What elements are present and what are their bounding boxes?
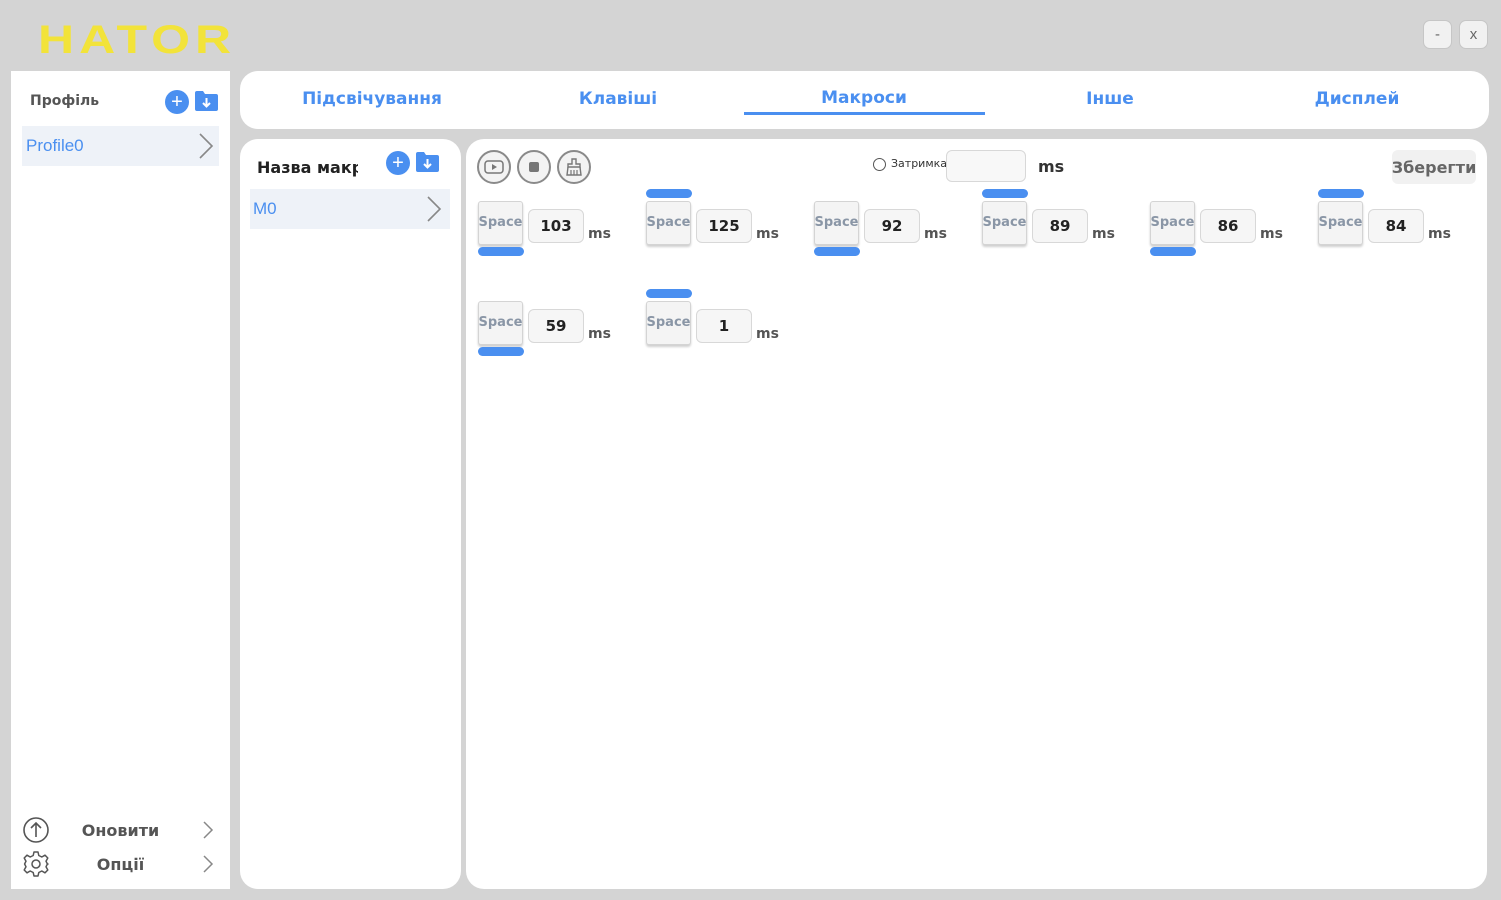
duration-field[interactable]: 103 [528,209,584,243]
key-down-indicator [646,289,692,298]
update-label: Оновити [81,820,160,840]
close-button[interactable]: x [1459,20,1488,49]
import-profile-icon[interactable] [194,90,219,112]
tab-other[interactable]: Інше [987,89,1233,109]
profile-sidebar: Профіль + Profile0 Оновити Опції [11,71,230,889]
key-cap[interactable]: Space [814,201,859,245]
plus-icon: + [171,91,183,113]
options-menu-item[interactable]: Опції [22,849,219,879]
macro-editor: Затримка ms Зберегти Space 103 ms Space … [466,139,1487,889]
macro-step[interactable]: Space 59 ms [478,289,618,359]
duration-unit: ms [924,226,947,242]
chevron-right-icon [203,855,214,873]
delay-label: Затримка [891,157,948,170]
tab-macros[interactable]: Макроси [741,88,987,108]
chevron-right-icon [199,133,214,159]
duration-field[interactable]: 125 [696,209,752,243]
minimize-button[interactable]: - [1423,20,1452,49]
key-cap[interactable]: Space [1150,201,1195,245]
key-cap[interactable]: Space [478,301,523,345]
duration-field[interactable]: 89 [1032,209,1088,243]
stop-icon [529,162,539,172]
profile-label: Profile0 [26,136,84,155]
clear-button[interactable] [557,150,591,184]
macro-step[interactable]: Space 92 ms [814,189,954,259]
record-button[interactable] [477,150,511,184]
chevron-right-icon [427,196,442,222]
duration-unit: ms [756,326,779,342]
save-button[interactable]: Зберегти [1392,150,1476,184]
plus-icon: + [392,152,404,174]
duration-field[interactable]: 1 [696,309,752,343]
options-label: Опції [96,854,145,874]
import-macro-icon[interactable] [415,151,440,173]
duration-field[interactable]: 59 [528,309,584,343]
macro-item-m0[interactable]: M0 [250,189,450,229]
macro-step[interactable]: Space 125 ms [646,189,786,259]
tab-keys[interactable]: Клавіші [495,89,741,109]
macro-step[interactable]: Space 84 ms [1318,189,1458,259]
key-down-indicator [1318,189,1364,198]
main-tabs: Підсвічування Клавіші Макроси Інше Диспл… [240,71,1489,129]
profile-title: Профіль [30,93,100,109]
macro-list-panel: Назва макросу + M0 [240,139,461,889]
macro-step[interactable]: Space 1 ms [646,289,786,359]
duration-field[interactable]: 86 [1200,209,1256,243]
key-cap[interactable]: Space [478,201,523,245]
delay-radio[interactable] [873,158,886,171]
delay-input[interactable] [946,150,1026,182]
duration-unit: ms [1260,226,1283,242]
macro-step[interactable]: Space 89 ms [982,189,1122,259]
upload-circle-icon [23,817,49,843]
key-cap[interactable]: Space [646,301,691,345]
key-down-indicator [982,189,1028,198]
macro-step[interactable]: Space 86 ms [1150,189,1290,259]
chevron-right-icon [203,821,214,839]
key-cap[interactable]: Space [982,201,1027,245]
duration-field[interactable]: 92 [864,209,920,243]
hator-logo: HATOR [38,18,237,62]
duration-unit: ms [588,226,611,242]
duration-unit: ms [756,226,779,242]
clear-icon [566,158,582,176]
key-cap[interactable]: Space [646,201,691,245]
delay-unit: ms [1038,157,1065,176]
gear-icon [23,851,49,877]
key-cap[interactable]: Space [1318,201,1363,245]
tab-lighting[interactable]: Підсвічування [249,89,495,109]
key-up-indicator [1150,247,1196,256]
duration-unit: ms [1092,226,1115,242]
duration-field[interactable]: 84 [1368,209,1424,243]
stop-button[interactable] [517,150,551,184]
macro-name-header: Назва макросу [257,158,358,177]
update-menu-item[interactable]: Оновити [22,815,219,845]
profile-item-profile0[interactable]: Profile0 [22,126,219,166]
active-tab-indicator [744,112,985,115]
key-up-indicator [478,347,524,356]
record-icon [484,160,504,174]
duration-unit: ms [588,326,611,342]
key-down-indicator [646,189,692,198]
add-macro-button[interactable]: + [386,151,410,175]
tab-display[interactable]: Дисплей [1234,89,1480,109]
key-up-indicator [814,247,860,256]
macro-label: M0 [253,199,277,218]
key-up-indicator [478,247,524,256]
macro-step[interactable]: Space 103 ms [478,189,618,259]
duration-unit: ms [1428,226,1451,242]
add-profile-button[interactable]: + [165,90,189,114]
